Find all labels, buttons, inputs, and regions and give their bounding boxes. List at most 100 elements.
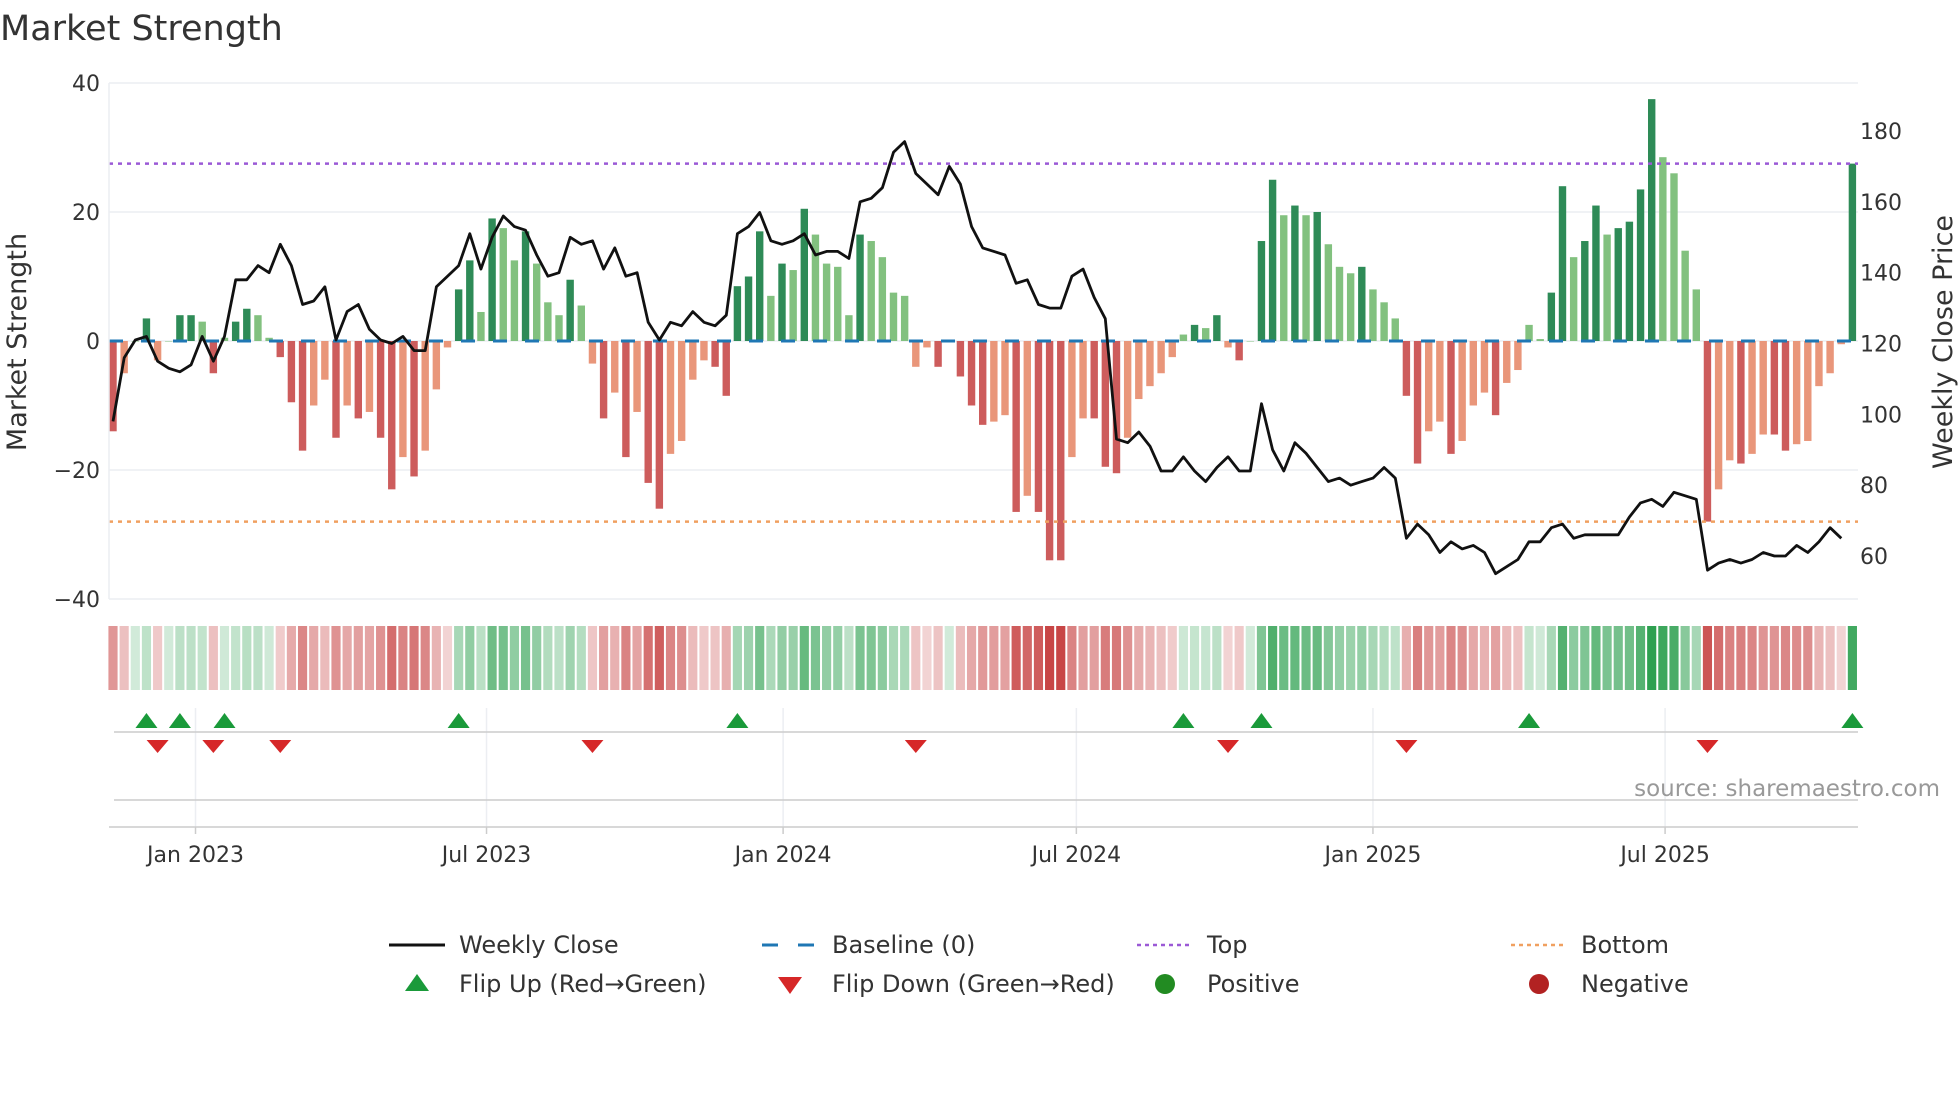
strength-strip-cell <box>1156 626 1166 690</box>
positive-bar <box>1213 315 1221 341</box>
x-tick-label: Jul 2023 <box>440 843 532 868</box>
positive-bar <box>889 292 898 341</box>
strength-strip-cell <box>933 626 943 690</box>
positive-bar <box>1681 250 1689 341</box>
strength-strip-cell <box>1446 626 1456 690</box>
strength-strip-cell <box>498 626 508 690</box>
positive-bar <box>800 208 808 341</box>
strength-strip-cell <box>1256 626 1267 690</box>
negative-bar <box>912 341 920 367</box>
negative-bar <box>1425 341 1433 432</box>
legend-positive-icon <box>1155 974 1175 994</box>
positive-bar <box>1179 334 1188 341</box>
strength-strip-cell <box>1524 626 1534 690</box>
strength-strip-cell <box>1502 626 1512 690</box>
negative-bar <box>332 341 340 438</box>
strength-strip-cell <box>777 626 787 690</box>
positive-bar <box>845 315 853 341</box>
negative-bar <box>655 341 664 509</box>
strength-strip-cell <box>1022 626 1032 690</box>
strength-strip-cell <box>1613 626 1623 690</box>
positive-bar <box>822 263 831 341</box>
negative-bar <box>1157 341 1165 374</box>
strength-strip-cell <box>1290 626 1300 690</box>
flip-up-marker <box>168 713 191 728</box>
positive-bar <box>756 231 764 341</box>
strength-strip-cell <box>621 626 631 690</box>
negative-bar <box>967 341 976 406</box>
strength-strip-cell <box>532 626 542 690</box>
legend-label-negative: Negative <box>1581 970 1689 998</box>
positive-bar <box>1659 157 1667 341</box>
strength-strip-cell <box>286 626 296 690</box>
strength-strip-cell <box>599 626 609 690</box>
strength-strip-cell <box>1056 626 1066 690</box>
positive-bar <box>1581 241 1589 341</box>
strength-strip-cell <box>1725 626 1735 690</box>
positive-bar <box>1614 228 1622 341</box>
negative-bar <box>287 341 296 403</box>
strength-strip-cell <box>1424 626 1434 690</box>
positive-bar <box>1558 186 1567 341</box>
strength-strip-cell <box>1769 626 1779 690</box>
strength-strip-cell <box>1167 626 1177 690</box>
strength-strip-cell <box>766 626 776 690</box>
strength-strip-cell <box>376 626 386 690</box>
strength-strip-cell <box>944 626 954 690</box>
strength-strip-cell <box>1245 626 1255 690</box>
negative-bar <box>1001 341 1009 416</box>
strength-strip-cell <box>810 626 821 690</box>
negative-bar <box>321 341 329 380</box>
strength-strip-cell <box>587 626 598 690</box>
strength-strip-cell <box>1557 626 1568 690</box>
negative-bar <box>410 341 418 477</box>
strength-strip-cell <box>1323 626 1333 690</box>
strength-strip-cell <box>743 626 754 690</box>
strength-strip-cell <box>1346 626 1356 690</box>
negative-bar <box>722 341 730 396</box>
positive-bar <box>477 311 485 341</box>
strength-strip-cell <box>1223 626 1233 690</box>
strength-strip-cell <box>833 626 843 690</box>
negative-bar <box>1826 341 1834 374</box>
flip-down-marker <box>1696 740 1719 753</box>
negative-bar <box>1045 341 1054 561</box>
negative-bar <box>990 341 998 422</box>
negative-bar <box>1469 341 1477 406</box>
strength-strip-cell <box>1412 626 1423 690</box>
strength-strip-cell <box>1457 626 1467 690</box>
positive-bar <box>1848 163 1857 341</box>
strength-strip-cell <box>320 626 330 690</box>
y-tick-label: −20 <box>54 459 100 484</box>
strength-strip-cell <box>175 626 185 690</box>
strength-strip-cell <box>1535 626 1545 690</box>
strength-strip-cell <box>1100 626 1110 690</box>
strength-strip-cell <box>1635 626 1646 690</box>
negative-bar <box>1726 341 1734 461</box>
strength-strip-cell <box>342 626 352 690</box>
strength-strip-cell <box>1201 626 1211 690</box>
strength-strip-cell <box>275 626 285 690</box>
negative-bar <box>622 341 630 458</box>
strength-strip-cell <box>911 626 921 690</box>
strength-strip-cell <box>1580 626 1590 690</box>
strength-strip-cell <box>1569 626 1579 690</box>
negative-bar <box>644 341 652 483</box>
positive-bar <box>1391 318 1399 341</box>
positive-bar <box>499 228 507 341</box>
negative-bar <box>1057 341 1065 561</box>
strength-strip-cell <box>565 626 575 690</box>
positive-bar <box>1547 292 1556 341</box>
y2-tick-label: 100 <box>1860 403 1902 428</box>
positive-bar <box>1202 328 1210 341</box>
negative-bar <box>1023 341 1031 496</box>
market-strength-chart: Market Strength Market Strength Weekly C… <box>0 9 1959 998</box>
strength-strip-cell <box>1847 626 1857 690</box>
negative-bar <box>1090 341 1098 419</box>
strength-strip-cell <box>242 626 252 690</box>
positive-bar <box>744 276 753 341</box>
positive-bar <box>1335 266 1344 341</box>
strength-strip-cell <box>1680 626 1690 690</box>
positive-bar <box>176 315 184 341</box>
negative-bar <box>432 341 441 390</box>
